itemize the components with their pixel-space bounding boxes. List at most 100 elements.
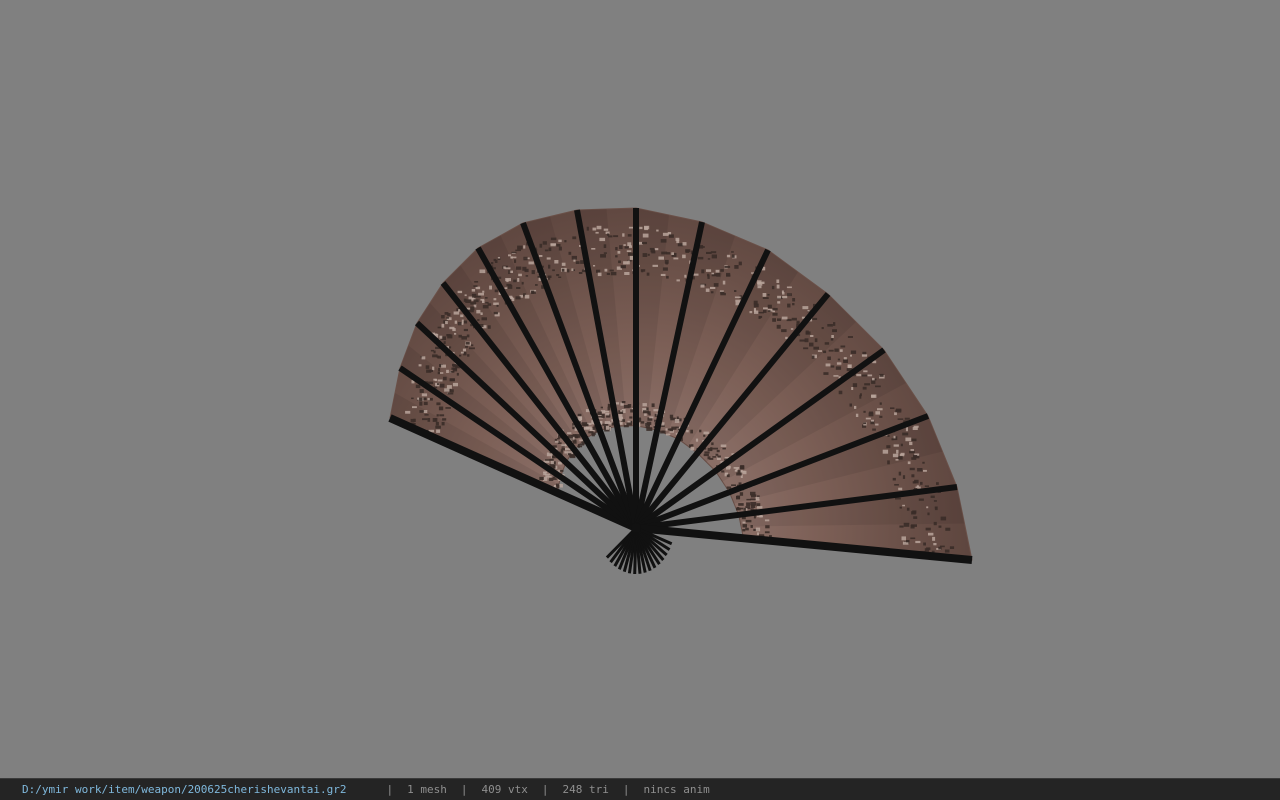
lace-speck (912, 427, 918, 430)
lace-speck (724, 265, 731, 268)
lace-speck (709, 457, 714, 460)
lace-speck (658, 256, 664, 260)
lace-speck (743, 470, 747, 475)
lace-speck (807, 310, 810, 312)
lace-speck (772, 312, 778, 316)
lace-speck (707, 447, 713, 452)
lace-speck (717, 455, 721, 458)
lace-speck (579, 439, 583, 442)
lace-speck (890, 407, 895, 409)
lace-speck (493, 311, 498, 315)
lace-speck (843, 359, 848, 363)
lace-speck (436, 414, 439, 417)
lace-speck (847, 364, 852, 369)
lace-speck (855, 413, 859, 417)
lace-speck (762, 297, 769, 299)
lace-speck (591, 432, 596, 435)
lace-speck (473, 299, 479, 303)
lace-speck (603, 244, 607, 248)
lace-speck (523, 245, 526, 249)
lace-speck (922, 461, 925, 464)
lace-speck (750, 504, 756, 508)
lace-speck (703, 431, 709, 435)
lace-speck (656, 229, 659, 232)
lace-speck (898, 487, 903, 491)
lace-speck (554, 438, 557, 441)
lace-speck (458, 309, 461, 312)
lace-speck (928, 532, 934, 536)
lace-speck (600, 406, 603, 409)
lace-speck (572, 434, 577, 437)
lace-speck (525, 275, 529, 277)
lace-speck (894, 484, 899, 486)
lace-speck (623, 261, 628, 265)
lace-speck (586, 226, 589, 231)
lace-speck (437, 383, 440, 385)
lace-speck (510, 256, 517, 259)
vertex-count: 409 vtx (481, 783, 528, 796)
lace-speck (644, 225, 650, 230)
lace-speck (742, 524, 747, 528)
lace-speck (739, 507, 744, 510)
lace-speck (944, 549, 950, 553)
lace-speck (711, 272, 715, 275)
lace-speck (735, 299, 741, 302)
lace-speck (756, 503, 761, 507)
lace-speck (700, 284, 705, 288)
lace-speck (644, 413, 647, 416)
lace-speck (861, 354, 868, 357)
lace-speck (847, 336, 853, 338)
lace-speck (649, 416, 654, 419)
model-viewport[interactable] (0, 0, 1280, 778)
lace-speck (758, 316, 761, 319)
lace-speck (909, 450, 915, 454)
lace-speck (902, 504, 905, 507)
lace-speck (726, 474, 730, 478)
lace-speck (899, 506, 902, 509)
lace-speck (940, 516, 947, 521)
lace-speck (531, 270, 535, 275)
lace-speck (834, 348, 839, 352)
lace-speck (482, 290, 485, 293)
lace-speck (485, 301, 489, 304)
lace-speck (902, 475, 906, 479)
lace-speck (923, 542, 926, 546)
lace-speck (446, 369, 449, 373)
lace-speck (906, 507, 910, 511)
lace-speck (428, 369, 433, 372)
lace-speck (731, 484, 736, 486)
lace-speck (504, 287, 508, 289)
lace-speck (762, 293, 767, 297)
lace-speck (620, 265, 625, 268)
lace-speck (419, 410, 424, 413)
lace-speck (571, 268, 574, 271)
lace-speck (652, 264, 658, 267)
lace-speck (445, 320, 448, 325)
lace-speck (642, 253, 648, 257)
lace-speck (620, 410, 623, 412)
lace-speck (776, 279, 780, 283)
lace-speck (504, 267, 511, 270)
lace-speck (949, 546, 955, 549)
lace-speck (470, 344, 474, 347)
lace-speck (900, 452, 905, 456)
lace-speck (639, 226, 643, 230)
lace-speck (781, 329, 787, 333)
lace-speck (626, 250, 632, 252)
lace-speck (564, 240, 567, 243)
lace-speck (487, 303, 492, 306)
lace-speck (405, 410, 411, 414)
lace-speck (805, 330, 809, 335)
lace-speck (676, 279, 680, 282)
lace-speck (892, 453, 899, 458)
lace-speck (862, 386, 867, 390)
lace-speck (524, 294, 530, 299)
lace-speck (849, 403, 852, 407)
lace-speck (863, 410, 866, 413)
lace-speck (755, 496, 760, 501)
lace-speck (508, 270, 511, 274)
fan-rivet (631, 523, 641, 533)
lace-speck (894, 412, 897, 416)
lace-speck (453, 311, 460, 315)
lace-speck (596, 225, 602, 230)
